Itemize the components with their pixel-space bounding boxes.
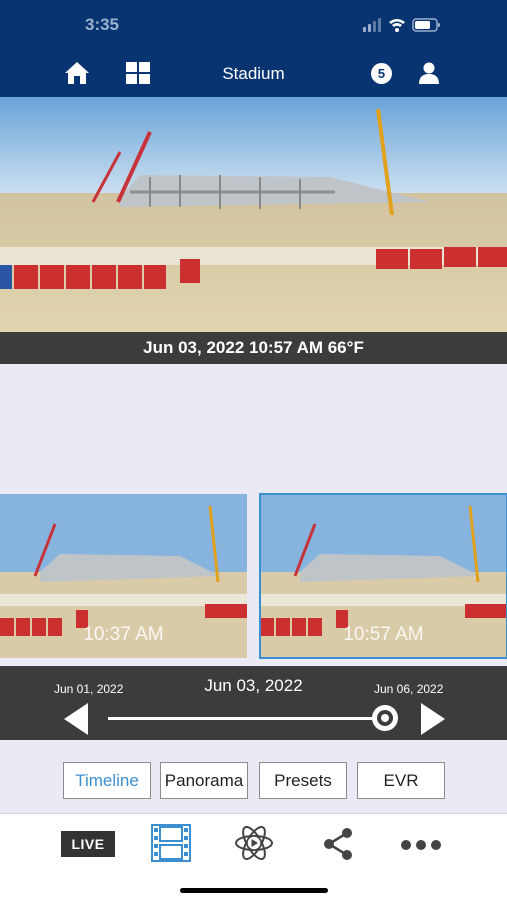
previous-arrow-icon[interactable] <box>64 703 90 740</box>
next-arrow-icon[interactable] <box>419 703 445 740</box>
notification-badge[interactable]: 5 <box>371 63 392 84</box>
timeline-start-date: Jun 01, 2022 <box>54 682 124 696</box>
timeline-slider-track[interactable] <box>108 717 384 720</box>
thumbnail-2-selected[interactable]: 10:57 AM <box>259 493 507 659</box>
more-options-icon[interactable] <box>401 838 441 856</box>
timeline-end-date: Jun 06, 2022 <box>374 682 444 696</box>
status-icons <box>363 17 443 38</box>
share-icon[interactable] <box>322 827 354 866</box>
timeline-slider-handle[interactable] <box>372 705 398 731</box>
home-indicator <box>180 888 328 893</box>
live-button[interactable]: LIVE <box>61 831 115 857</box>
tab-presets[interactable]: Presets <box>259 762 347 799</box>
tab-panorama[interactable]: Panorama <box>160 762 248 799</box>
film-strip-icon[interactable] <box>151 824 191 867</box>
atom-play-icon[interactable] <box>234 823 274 868</box>
signal-wifi-battery-icon <box>363 18 440 32</box>
thumbnail-1[interactable]: 10:37 AM <box>0 494 247 658</box>
camera-image[interactable] <box>0 97 507 332</box>
timeline-bar: Jun 03, 2022 Jun 01, 2022 Jun 06, 2022 <box>0 666 507 740</box>
bottom-navigation: LIVE <box>0 813 507 901</box>
image-caption: Jun 03, 2022 10:57 AM 66°F <box>0 332 507 364</box>
user-profile-icon[interactable] <box>418 62 440 89</box>
thumbnail-time: 10:37 AM <box>83 624 164 645</box>
app-header: 3:35 Stadium 5 <box>0 0 507 97</box>
thumbnail-time: 10:57 AM <box>343 624 424 645</box>
tab-evr[interactable]: EVR <box>357 762 445 799</box>
status-time: 3:35 <box>84 15 120 34</box>
tab-timeline[interactable]: Timeline <box>63 762 151 799</box>
